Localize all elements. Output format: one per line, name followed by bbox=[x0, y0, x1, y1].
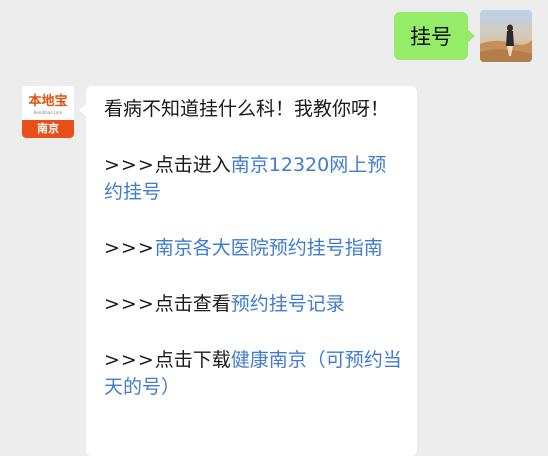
city-label: 南京 bbox=[22, 120, 74, 138]
menu-item-action: 点击进入 bbox=[154, 154, 231, 176]
official-account-avatar[interactable]: 本地宝 Bendibao.com 南京 bbox=[22, 86, 74, 138]
arrow-prefix: >>> bbox=[104, 237, 155, 259]
intro-text: 看病不知道挂什么科！我教你呀！ bbox=[104, 98, 390, 120]
incoming-message-bubble[interactable]: 看病不知道挂什么科！我教你呀！ >>>点击进入南京12320网上预约挂号 >>>… bbox=[79, 86, 417, 456]
arrow-prefix: >>> bbox=[104, 293, 155, 315]
user-avatar[interactable] bbox=[480, 10, 532, 62]
menu-item-hospital-guide[interactable]: >>>南京各大医院预约挂号指南 bbox=[104, 235, 405, 262]
arrow-prefix: >>> bbox=[104, 154, 155, 176]
menu-item-action: 点击查看 bbox=[154, 293, 231, 315]
user-avatar-photo-icon bbox=[480, 10, 532, 62]
arrow-prefix: >>> bbox=[104, 349, 155, 371]
outgoing-message-text: 挂号 bbox=[410, 25, 452, 49]
link-hospital-guide[interactable]: 南京各大医院预约挂号指南 bbox=[155, 237, 383, 259]
menu-item-view-records[interactable]: >>>点击查看预约挂号记录 bbox=[104, 291, 405, 318]
brand-domain: Bendibao.com bbox=[33, 110, 63, 115]
menu-item-register-online[interactable]: >>>点击进入南京12320网上预约挂号 bbox=[104, 152, 405, 206]
outgoing-message-bubble[interactable]: 挂号 bbox=[394, 12, 475, 60]
menu-item-action: 点击下载 bbox=[154, 349, 231, 371]
link-jiankang-nanjing[interactable]: 健康南京 bbox=[231, 349, 307, 371]
menu-item-download-app[interactable]: >>>点击下载健康南京（可预约当天的号） bbox=[104, 347, 405, 401]
bendibao-logo: 本地宝 Bendibao.com bbox=[22, 86, 74, 120]
brand-name: 本地宝 bbox=[28, 94, 68, 109]
link-appointment-records[interactable]: 预约挂号记录 bbox=[231, 293, 345, 315]
